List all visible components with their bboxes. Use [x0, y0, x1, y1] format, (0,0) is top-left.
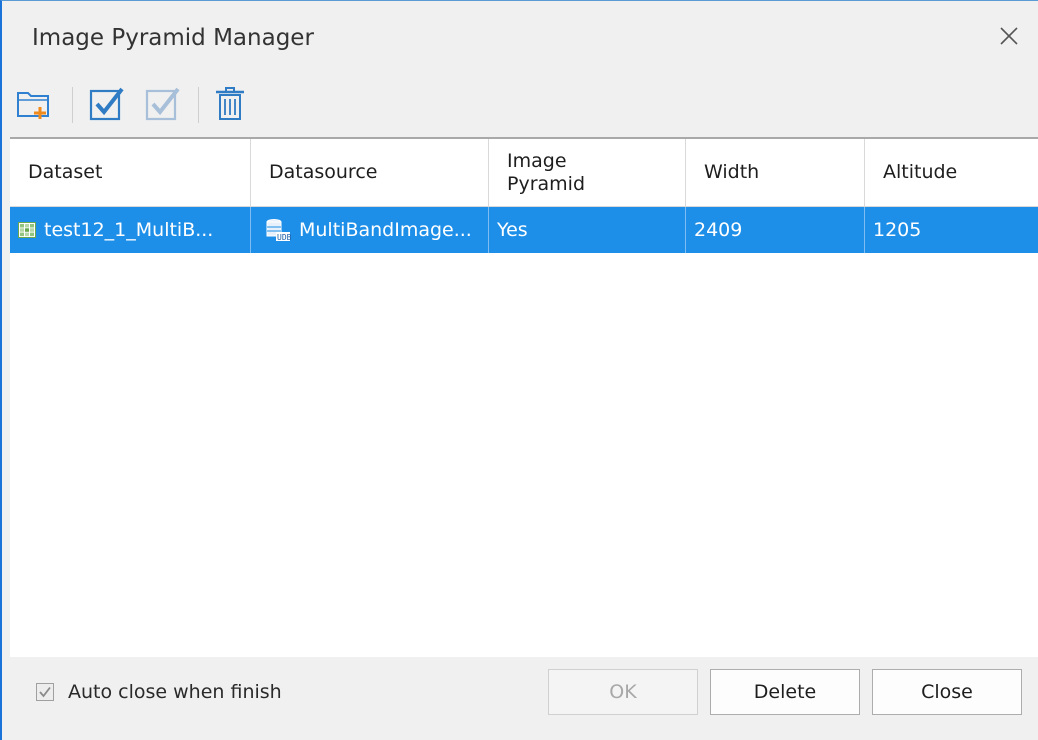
column-header-altitude[interactable]: Altitude [865, 139, 1038, 207]
delete-icon [216, 87, 244, 120]
dataset-name: test12_1_MultiB... [44, 219, 214, 241]
image-pyramid-cell: Yes [489, 207, 686, 253]
checkmark-icon [39, 686, 51, 698]
pyramid-table: Dataset Datasource Image Pyramid Width A… [10, 137, 1038, 659]
width-cell: 2409 [686, 207, 865, 253]
add-folder-icon [17, 92, 49, 119]
toolbar-separator [72, 87, 73, 123]
raster-dataset-icon [18, 222, 36, 238]
datasource-name: MultiBandImage... [299, 219, 472, 241]
delete-pyramid-button[interactable] [210, 83, 250, 123]
datasource-icon: UDB [266, 219, 291, 242]
close-icon [1000, 27, 1018, 45]
delete-button[interactable]: Delete [710, 669, 860, 715]
column-header-dataset[interactable]: Dataset [10, 139, 251, 207]
svg-text:UDB: UDB [277, 233, 291, 242]
dataset-cell: test12_1_MultiB... [10, 207, 251, 253]
auto-close-checkbox[interactable] [36, 683, 54, 701]
add-dataset-button[interactable] [14, 83, 54, 123]
dialog-title: Image Pyramid Manager [32, 25, 314, 51]
toolbar [2, 69, 1038, 137]
ok-button[interactable]: OK [548, 669, 698, 715]
invert-selection-button[interactable] [142, 83, 182, 123]
auto-close-option[interactable]: Auto close when finish [36, 681, 282, 703]
dialog-footer: Auto close when finish OK Delete Close [2, 657, 1038, 740]
column-header-width[interactable]: Width [686, 139, 865, 207]
altitude-cell: 1205 [873, 219, 922, 241]
table-header: Dataset Datasource Image Pyramid Width A… [10, 139, 1038, 207]
close-button[interactable]: Close [872, 669, 1022, 715]
title-bar: Image Pyramid Manager [2, 1, 1038, 69]
auto-close-label: Auto close when finish [68, 681, 282, 703]
column-header-datasource[interactable]: Datasource [251, 139, 489, 207]
image-pyramid-manager-dialog: Image Pyramid Manager Dataset Datasource… [0, 0, 1038, 740]
check-all-icon [89, 87, 124, 121]
close-window-button[interactable] [994, 21, 1024, 51]
table-row[interactable]: test12_1_MultiB... UDB MultiBandImage...… [10, 207, 1038, 253]
column-header-image-pyramid[interactable]: Image Pyramid [489, 139, 686, 207]
select-all-button[interactable] [86, 83, 126, 123]
datasource-cell: UDB MultiBandImage... [251, 207, 489, 253]
check-inverse-icon [145, 87, 180, 121]
toolbar-separator [198, 87, 199, 123]
